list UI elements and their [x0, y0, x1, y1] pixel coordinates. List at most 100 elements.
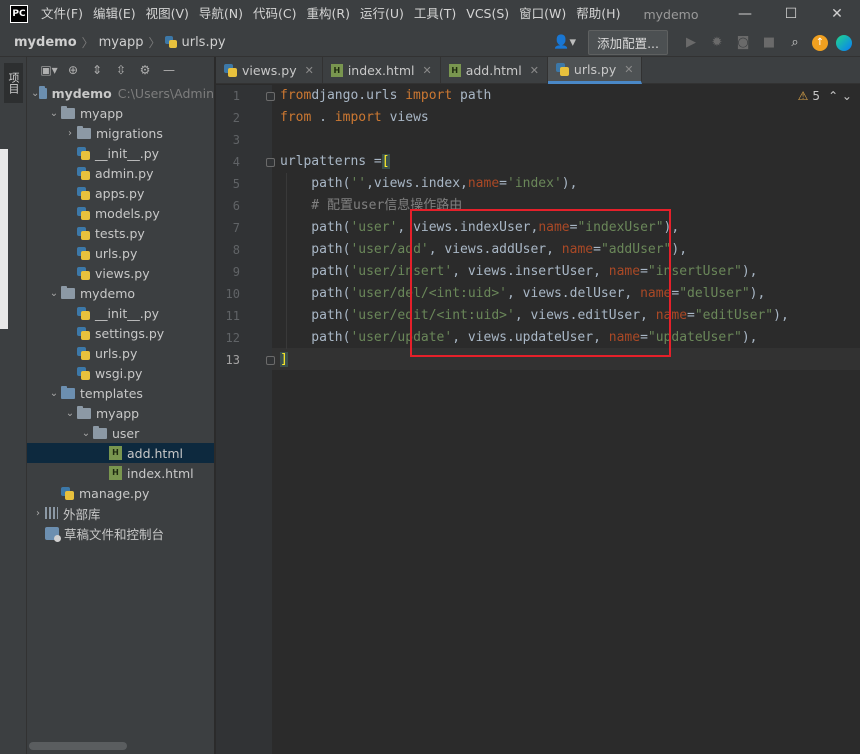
update-icon[interactable]: ↑: [812, 34, 828, 51]
editor-tab[interactable]: Hadd.html ✕: [441, 57, 548, 84]
close-tab-icon[interactable]: ✕: [530, 64, 539, 77]
code-token: path(: [280, 330, 351, 345]
tree-item[interactable]: settings.py: [27, 323, 214, 343]
menu-item[interactable]: 重构(R): [302, 0, 355, 28]
editor-tab[interactable]: views.py ✕: [216, 57, 323, 84]
debug-icon[interactable]: ✹: [706, 32, 728, 54]
fold-marker-icon[interactable]: [266, 356, 275, 365]
code-token: ]: [280, 352, 288, 367]
tree-item[interactable]: admin.py: [27, 163, 214, 183]
menu-item[interactable]: 窗口(W): [514, 0, 571, 28]
tree-item[interactable]: ⌄ user: [27, 423, 214, 443]
line-number: 1: [232, 89, 240, 103]
collapsed-arrow-icon[interactable]: ›: [63, 128, 77, 139]
tree-item[interactable]: urls.py: [27, 343, 214, 363]
menu-item[interactable]: 代码(C): [248, 0, 301, 28]
jetbrains-toolbox-icon[interactable]: [836, 34, 852, 51]
run-icon[interactable]: ▶: [680, 32, 702, 54]
tree-item[interactable]: ⌄ myapp: [27, 403, 214, 423]
maximize-button[interactable]: ☐: [768, 0, 814, 28]
horizontal-scrollbar[interactable]: [29, 742, 127, 750]
tree-item[interactable]: ⌄ mydemo: [27, 283, 214, 303]
editor-tab[interactable]: Hindex.html ✕: [323, 57, 441, 84]
user-icon[interactable]: 👤▾: [553, 35, 576, 50]
coverage-icon[interactable]: ◙: [732, 32, 754, 54]
close-tab-icon[interactable]: ✕: [624, 63, 633, 76]
locate-icon[interactable]: ⊕: [61, 63, 85, 77]
code-token: "updateUser": [647, 330, 742, 345]
tree-item-label: __init__.py: [95, 145, 160, 161]
line-number: 12: [225, 331, 240, 345]
search-icon[interactable]: ⌕: [784, 32, 806, 54]
expanded-arrow-icon[interactable]: ⌄: [31, 88, 39, 99]
hide-panel-icon[interactable]: —: [157, 63, 181, 77]
tree-item[interactable]: Hadd.html: [27, 443, 214, 463]
line-number: 2: [232, 111, 240, 125]
html-file-icon: H: [109, 446, 122, 460]
code-editor[interactable]: 1 2 3 4 5 6 7 8 9 10 11 12 13 fromdjango.urls import…: [216, 85, 860, 754]
close-tab-icon[interactable]: ✕: [422, 64, 431, 77]
tree-item[interactable]: views.py: [27, 263, 214, 283]
fold-marker-icon[interactable]: [266, 92, 275, 101]
menu-item[interactable]: 文件(F): [36, 0, 88, 28]
tree-item[interactable]: urls.py: [27, 243, 214, 263]
tree-item[interactable]: apps.py: [27, 183, 214, 203]
collapsed-arrow-icon[interactable]: ›: [31, 508, 45, 519]
menu-item[interactable]: 工具(T): [409, 0, 461, 28]
editor-tab-label: urls.py: [573, 61, 617, 77]
tree-item[interactable]: wsgi.py: [27, 363, 214, 383]
settings-gear-icon[interactable]: ⚙: [133, 63, 157, 77]
tree-item-path: C:\Users\Admin: [117, 85, 214, 101]
menu-item[interactable]: 编辑(E): [88, 0, 141, 28]
expanded-arrow-icon[interactable]: ⌄: [79, 428, 93, 439]
expanded-arrow-icon[interactable]: ⌄: [47, 108, 61, 119]
add-configuration-button[interactable]: 添加配置...: [588, 30, 668, 55]
tree-item[interactable]: › 外部库: [27, 503, 214, 523]
python-file-icon: [77, 146, 90, 160]
tree-item[interactable]: __init__.py: [27, 143, 214, 163]
tree-item[interactable]: ⌄ myapp: [27, 103, 214, 123]
tree-item[interactable]: 草稿文件和控制台: [27, 523, 214, 543]
close-tab-icon[interactable]: ✕: [305, 64, 314, 77]
editor-tab[interactable]: urls.py ✕: [547, 57, 643, 84]
tree-item[interactable]: ⌄ templates: [27, 383, 214, 403]
tree-item[interactable]: manage.py: [27, 483, 214, 503]
tree-item[interactable]: Hindex.html: [27, 463, 214, 483]
expand-all-icon[interactable]: ⇕: [85, 63, 109, 77]
warning-navigation-icon[interactable]: ⌃ ⌄: [828, 89, 852, 103]
tree-item[interactable]: __init__.py: [27, 303, 214, 323]
window-title: mydemo: [643, 6, 699, 22]
panel-view-icon[interactable]: ▣▾: [37, 63, 61, 77]
inspection-warnings[interactable]: ⚠ 5: [798, 89, 820, 103]
line-number: 3: [232, 133, 240, 147]
project-panel-toolbar: ▣▾ ⊕ ⇕ ⇳ ⚙ —: [27, 57, 214, 83]
breadcrumb-project[interactable]: mydemo: [14, 35, 77, 50]
tree-item[interactable]: models.py: [27, 203, 214, 223]
menu-item[interactable]: VCS(S): [461, 0, 514, 28]
stop-icon[interactable]: ■: [758, 32, 780, 54]
tree-item[interactable]: ⌄ mydemo C:\Users\Admin: [27, 83, 214, 103]
breadcrumb-file[interactable]: urls.py: [165, 35, 226, 50]
menu-item[interactable]: 帮助(H): [571, 0, 625, 28]
minimize-button[interactable]: —: [722, 0, 768, 28]
fold-marker-icon[interactable]: [266, 158, 275, 167]
tree-item[interactable]: tests.py: [27, 223, 214, 243]
collapse-all-icon[interactable]: ⇳: [109, 63, 133, 77]
menu-item[interactable]: 视图(V): [141, 0, 194, 28]
warning-count: 5: [812, 89, 820, 103]
code-token: [: [381, 154, 390, 169]
tree-item[interactable]: › migrations: [27, 123, 214, 143]
tree-item-label: index.html: [127, 465, 194, 481]
menu-item[interactable]: 运行(U): [355, 0, 409, 28]
tree-item-label: wsgi.py: [95, 365, 143, 381]
expanded-arrow-icon[interactable]: ⌄: [63, 408, 77, 419]
code-token: .: [311, 110, 335, 125]
code-token: , views.delUser,: [507, 286, 641, 301]
menu-item[interactable]: 导航(N): [194, 0, 248, 28]
code-token: =: [640, 330, 648, 345]
close-button[interactable]: ✕: [814, 0, 860, 28]
expanded-arrow-icon[interactable]: ⌄: [47, 388, 61, 399]
expanded-arrow-icon[interactable]: ⌄: [47, 288, 61, 299]
breadcrumb-folder[interactable]: myapp: [99, 35, 144, 50]
project-tool-tab[interactable]: 项目: [4, 63, 23, 103]
